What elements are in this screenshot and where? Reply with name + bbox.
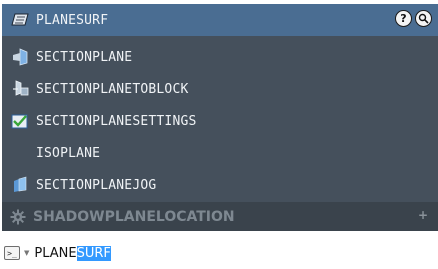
typed-text: PLANE: [34, 245, 77, 261]
section-plane-icon: [11, 48, 29, 66]
search-globe-icon[interactable]: [415, 10, 432, 27]
suggestion-sectionplanetoblock[interactable]: SECTIONPLANETOBLOCK: [2, 73, 438, 105]
planar-surface-icon: [11, 11, 29, 29]
suggestion-label: ISOPLANE: [36, 145, 101, 161]
suggestion-planesurf[interactable]: PLANESURF ?: [2, 4, 438, 36]
suggestion-sectionplane[interactable]: SECTIONPLANE: [2, 41, 438, 73]
suggestion-label: PLANESURF: [36, 12, 109, 28]
suggestion-label: SECTIONPLANEJOG: [36, 177, 157, 193]
command-line[interactable]: >_ ▼ PLANESURF: [0, 240, 438, 266]
section-plane-to-block-icon: [11, 80, 29, 98]
suggestion-sectionplanesettings[interactable]: SECTIONPLANESETTINGS: [2, 105, 438, 137]
command-prompt-icon[interactable]: >_: [4, 246, 20, 260]
autocomplete-text: SURF: [76, 245, 111, 261]
section-plane-jog-icon: [11, 176, 29, 194]
suggestion-label: SECTIONPLANETOBLOCK: [36, 81, 189, 97]
expand-plus-icon[interactable]: +: [418, 208, 428, 222]
suggestion-label: SECTIONPLANESETTINGS: [36, 113, 197, 129]
suggestion-label: SHADOWPLANELOCATION: [33, 208, 235, 225]
help-icon[interactable]: ?: [395, 10, 412, 27]
gear-icon: [10, 209, 26, 225]
section-plane-settings-icon: [11, 112, 29, 130]
suggestion-sectionplanejog[interactable]: SECTIONPLANEJOG: [2, 169, 438, 201]
suggestion-label: SECTIONPLANE: [36, 49, 133, 65]
autocomplete-popup: PLANESURF ? SECTIONPLANE SECTIONPLANETOB…: [2, 4, 438, 231]
command-input[interactable]: PLANESURF: [34, 245, 111, 261]
suggestion-shadowplanelocation[interactable]: SHADOWPLANELOCATION +: [2, 202, 438, 231]
suggestion-isoplane[interactable]: ISOPLANE: [2, 137, 438, 169]
chevron-down-icon[interactable]: ▼: [24, 249, 29, 257]
